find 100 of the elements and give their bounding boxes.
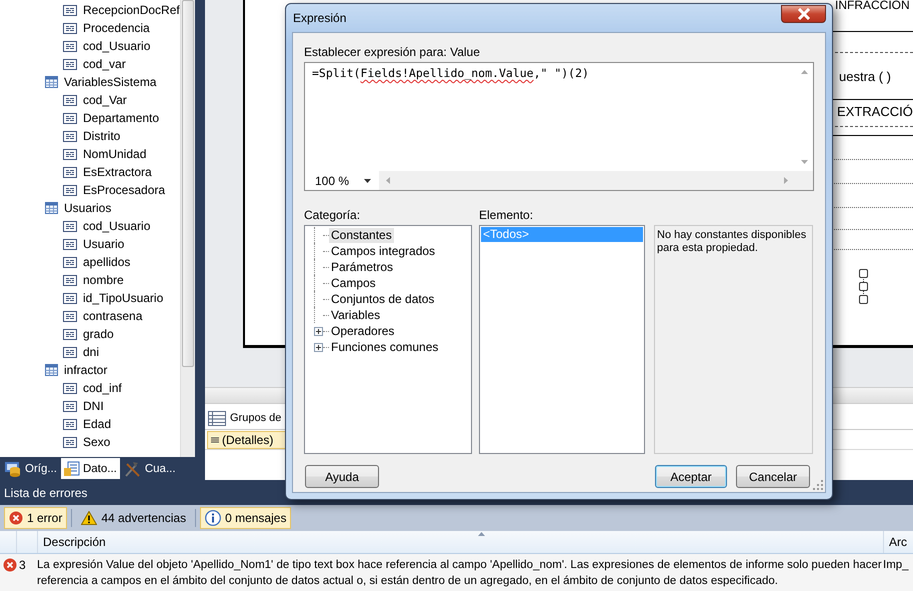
warning-icon: [81, 511, 98, 525]
field-icon: [63, 184, 77, 196]
tree-item[interactable]: contrasena: [83, 309, 142, 323]
help-button[interactable]: Ayuda: [305, 465, 379, 488]
up-arrow-icon[interactable]: [801, 70, 808, 74]
database-icon: [4, 460, 22, 476]
error-icon: [9, 511, 23, 525]
tree-item[interactable]: cod_var: [83, 57, 126, 71]
tree-item[interactable]: Distrito: [83, 129, 120, 143]
ok-button[interactable]: Aceptar: [655, 465, 727, 488]
cancel-button[interactable]: Cancelar: [736, 465, 810, 488]
table-icon: [45, 202, 58, 214]
tree-item[interactable]: dni: [83, 345, 100, 359]
table-cell-text: Imp_: [882, 558, 910, 573]
field-label: Establecer expresión para: Value: [304, 45, 481, 59]
field-icon: [63, 4, 77, 16]
panel-tab[interactable]: Dato...: [60, 458, 120, 479]
zoom-dropdown[interactable]: 100 %: [305, 171, 379, 190]
tree-item[interactable]: cod_Usuario: [83, 39, 150, 53]
description-text: No hay constantes disponibles para esta propiedad.: [657, 229, 806, 254]
tree-item[interactable]: Operadores: [329, 324, 396, 338]
field-icon: [63, 22, 77, 34]
field-icon: [63, 292, 77, 304]
tree-item[interactable]: Constantes: [329, 228, 394, 242]
window-title: Expresión: [292, 11, 346, 25]
tree-item[interactable]: DNI: [83, 399, 104, 413]
report-text: EXTRACCIÓ: [837, 104, 913, 119]
field-icon: [63, 238, 77, 250]
list-icon: [208, 410, 226, 426]
column-header[interactable]: Descripción: [38, 531, 884, 553]
field-icon: [63, 166, 77, 178]
field-icon: [63, 346, 77, 358]
tree-item[interactable]: Edad: [83, 417, 112, 431]
tree-item[interactable]: Variables: [329, 308, 382, 322]
tree-item[interactable]: cod_Var: [83, 93, 127, 107]
down-arrow-icon[interactable]: [801, 160, 808, 164]
error-icon: [3, 558, 17, 572]
panel-tab[interactable]: Cua...: [120, 458, 179, 479]
tree-item[interactable]: Campos: [329, 276, 378, 290]
tree-item[interactable]: EsProcesadora: [83, 183, 166, 197]
field-icon: [63, 436, 77, 448]
column-header[interactable]: Arc: [884, 531, 913, 553]
tools-icon: [124, 460, 142, 476]
tree-item[interactable]: Usuario: [83, 237, 124, 251]
field-icon: [63, 220, 77, 232]
tree-item[interactable]: Parámetros: [329, 260, 396, 274]
expand-icon: [314, 342, 323, 352]
resize-grip-icon[interactable]: [813, 480, 823, 490]
tree-item[interactable]: NomUnidad: [83, 147, 146, 161]
report-text: INFRACCION: [835, 0, 910, 13]
tree-item[interactable]: infractor: [64, 363, 108, 377]
field-icon: [63, 40, 77, 52]
tree-item[interactable]: RecepcionDocRef: [83, 3, 180, 17]
tree-item[interactable]: Sexo: [83, 435, 110, 449]
expression-editor[interactable]: =Split(Fields!Apellido_nom.Value," ")(2) 100 %: [304, 62, 814, 191]
field-icon: [63, 58, 77, 70]
sort-arrow-icon: [478, 532, 485, 536]
tree-item[interactable]: EsExtractora: [83, 165, 152, 179]
right-arrow-icon[interactable]: [784, 177, 788, 184]
scrollbar[interactable]: [180, 0, 195, 457]
expand-icon: [314, 326, 323, 336]
filter-button[interactable]: 1 error: [4, 507, 68, 529]
field-icon: [63, 400, 77, 412]
report-text: uestra ( ): [839, 69, 892, 84]
field-icon: [63, 94, 77, 106]
close-icon: [796, 8, 810, 20]
filter-button[interactable]: 44 advertencias: [76, 507, 192, 529]
panel-title: Grupos de: [230, 412, 282, 424]
field-icon: [63, 148, 77, 160]
filter-button[interactable]: 0 mensajes: [200, 507, 292, 529]
tree-item[interactable]: grado: [83, 327, 114, 341]
tree-item[interactable]: id_TipoUsuario: [83, 291, 164, 305]
field-icon: [63, 310, 77, 322]
tree-item[interactable]: apellidos: [83, 255, 130, 269]
tree-item[interactable]: Usuarios: [64, 201, 112, 215]
tree-item[interactable]: Campos integrados: [329, 244, 438, 258]
field-icon: [63, 418, 77, 430]
panel-tab[interactable]: Oríg...: [1, 458, 60, 479]
table-icon: [45, 364, 58, 376]
tree-item[interactable]: cod_inf: [83, 381, 122, 395]
table-cell-text: La expresión Value del objeto 'Apellido_Nom1' de tipo text box hace referencia al campo 'Apellido_nom'. Las expresiones de elementos de informe solo pueden hacer referencia a campos en el ámbito del conjunto de datos actual o, si están dentro de un agregado, en el ámbito de conjunto de datos especificado.: [36, 558, 882, 589]
field-icon: [63, 328, 77, 340]
database-icon: [64, 460, 80, 476]
tree-item[interactable]: cod_Usuario: [83, 219, 150, 233]
field-label: Elemento:: [479, 208, 534, 222]
tree-item[interactable]: VariablesSistema: [64, 75, 156, 89]
field-label: Categoría:: [304, 208, 362, 222]
left-arrow-icon[interactable]: [386, 177, 390, 184]
tree-item[interactable]: nombre: [83, 273, 124, 287]
info-icon: [205, 510, 222, 526]
tree-item[interactable]: Departamento: [83, 111, 160, 125]
field-icon: [63, 382, 77, 394]
lines-icon: [211, 436, 219, 442]
tree-item[interactable]: Conjuntos de datos: [329, 292, 436, 306]
close-button[interactable]: [781, 5, 826, 23]
field-icon: [63, 130, 77, 142]
field-icon: [63, 256, 77, 268]
category-tree[interactable]: Constantes Campos integrados Parámetros Campos Conjuntos de datos Variables Operadores Funciones comunes: [304, 225, 472, 454]
tree-item[interactable]: Funciones comunes: [329, 340, 440, 354]
tree-item[interactable]: Procedencia: [83, 21, 150, 35]
